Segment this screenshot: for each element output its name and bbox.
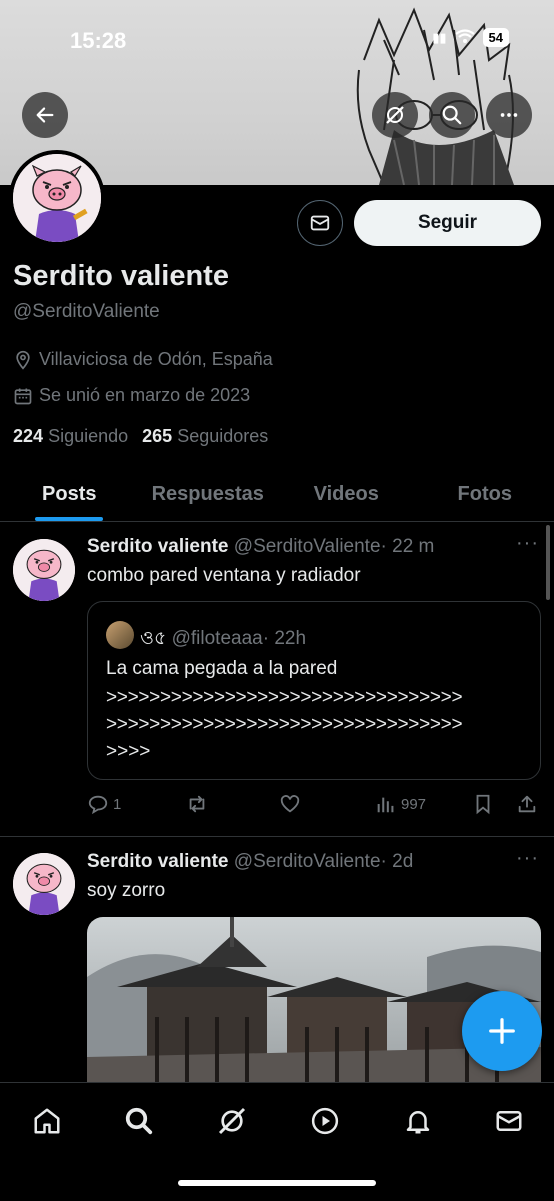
envelope-icon <box>309 212 331 234</box>
post-avatar[interactable] <box>13 853 75 915</box>
joined-text: Se unió en marzo de 2023 <box>39 385 250 406</box>
profile-avatar[interactable] <box>9 150 105 246</box>
more-icon <box>498 104 520 126</box>
post-time: · 2d <box>381 851 414 872</box>
nav-search[interactable] <box>119 1101 159 1141</box>
bell-icon <box>403 1106 433 1136</box>
quote-handle: @filoteaaa <box>172 628 263 649</box>
profile-tabs: Posts Respuestas Videos Fotos <box>0 468 554 522</box>
nav-messages[interactable] <box>489 1101 529 1141</box>
calendar-icon <box>13 386 33 406</box>
quote-time: · 22h <box>263 628 306 649</box>
quote-line-3: >>>> <box>106 741 150 763</box>
follow-stats: 224 Siguiendo 265 Seguidores <box>13 426 268 447</box>
bookmark-icon <box>472 793 494 815</box>
back-button[interactable] <box>22 92 68 138</box>
reply-icon <box>87 793 109 815</box>
share-icon <box>516 793 538 815</box>
battery-indicator: 54 <box>483 28 509 47</box>
play-icon <box>310 1106 340 1136</box>
views-button[interactable]: 997 <box>375 793 426 815</box>
more-button[interactable] <box>486 92 532 138</box>
views-icon <box>375 793 397 815</box>
repost-button[interactable] <box>185 793 209 815</box>
quote-avatar <box>106 621 134 649</box>
nav-notifications[interactable] <box>398 1101 438 1141</box>
following-label: Siguiendo <box>48 426 128 446</box>
pig-avatar-icon <box>13 154 101 242</box>
following-link[interactable]: 224 Siguiendo <box>13 426 128 447</box>
quote-text: La cama pegada a la pared <box>106 658 337 680</box>
nav-grok[interactable] <box>212 1101 252 1141</box>
wifi-icon <box>455 29 475 46</box>
heart-icon <box>279 793 301 815</box>
profile-name: Serdito valiente <box>13 260 229 293</box>
quote-author: ও৫ <box>140 628 166 649</box>
compose-button[interactable] <box>462 991 542 1071</box>
grok-icon <box>383 103 407 127</box>
message-button[interactable] <box>297 200 343 246</box>
search-button[interactable] <box>429 92 475 138</box>
location-pin-icon <box>13 350 33 370</box>
post-author[interactable]: Serdito valiente <box>87 536 229 557</box>
post-handle[interactable]: @SerditoValiente <box>234 536 381 557</box>
like-button[interactable] <box>279 793 301 815</box>
status-time: 15:28 <box>70 28 126 54</box>
scrollbar[interactable] <box>546 525 550 600</box>
post-author[interactable]: Serdito valiente <box>87 851 229 872</box>
reply-button[interactable]: 1 <box>87 793 121 815</box>
tab-fotos[interactable]: Fotos <box>416 468 554 521</box>
home-icon <box>32 1106 62 1136</box>
following-count: 224 <box>13 426 43 446</box>
post-handle[interactable]: @SerditoValiente <box>234 851 381 872</box>
home-indicator[interactable] <box>178 1180 376 1186</box>
grok-icon <box>216 1105 248 1137</box>
follow-button[interactable]: Seguir <box>354 200 541 246</box>
pig-avatar-icon <box>13 853 75 915</box>
share-button[interactable] <box>516 793 538 815</box>
location-text: Villaviciosa de Odón, España <box>39 349 273 370</box>
post-text: combo pared ventana y radiador <box>87 565 361 587</box>
profile-location: Villaviciosa de Odón, España <box>13 349 273 370</box>
post-more-icon[interactable]: ··· <box>516 847 539 870</box>
search-icon <box>124 1106 154 1136</box>
view-count: 997 <box>401 796 426 813</box>
quote-line-1: >>>>>>>>>>>>>>>>>>>>>>>>>>>>>>>>> <box>106 687 462 709</box>
followers-link[interactable]: 265 Seguidores <box>142 426 268 447</box>
tab-respuestas[interactable]: Respuestas <box>139 468 278 521</box>
nav-home[interactable] <box>27 1101 67 1141</box>
pig-avatar-icon <box>13 539 75 601</box>
status-icons: ▮▮ 54 <box>432 28 509 47</box>
profile-handle: @SerditoValiente <box>13 301 160 323</box>
post-header: Serdito valiente @SerditoValiente· 2d <box>87 851 413 873</box>
signal-icon: ▮▮ <box>432 30 446 46</box>
post-time: · 22 m <box>381 536 435 557</box>
post-actions: 1 997 <box>87 793 547 817</box>
post-text: soy zorro <box>87 880 165 902</box>
profile-joined: Se unió en marzo de 2023 <box>13 385 250 406</box>
post-divider <box>0 836 554 837</box>
reply-count: 1 <box>113 796 121 813</box>
envelope-icon <box>494 1106 524 1136</box>
nav-videos[interactable] <box>305 1101 345 1141</box>
quoted-post[interactable]: ও৫ @filoteaaa· 22h La cama pegada a la p… <box>87 601 541 780</box>
quote-header: ও৫ @filoteaaa· 22h <box>140 624 306 656</box>
grok-button[interactable] <box>372 92 418 138</box>
post-more-icon[interactable]: ··· <box>516 532 539 555</box>
followers-count: 265 <box>142 426 172 446</box>
quote-line-2: >>>>>>>>>>>>>>>>>>>>>>>>>>>>>>>>> <box>106 714 462 736</box>
arrow-left-icon <box>34 104 56 126</box>
tab-posts[interactable]: Posts <box>0 468 139 521</box>
bookmark-button[interactable] <box>472 793 494 815</box>
post-avatar[interactable] <box>13 539 75 601</box>
plus-icon <box>487 1016 517 1046</box>
search-icon <box>441 104 463 126</box>
followers-label: Seguidores <box>177 426 268 446</box>
post-header: Serdito valiente @SerditoValiente· 22 m <box>87 536 434 558</box>
tab-videos[interactable]: Videos <box>277 468 416 521</box>
repost-icon <box>185 793 209 815</box>
